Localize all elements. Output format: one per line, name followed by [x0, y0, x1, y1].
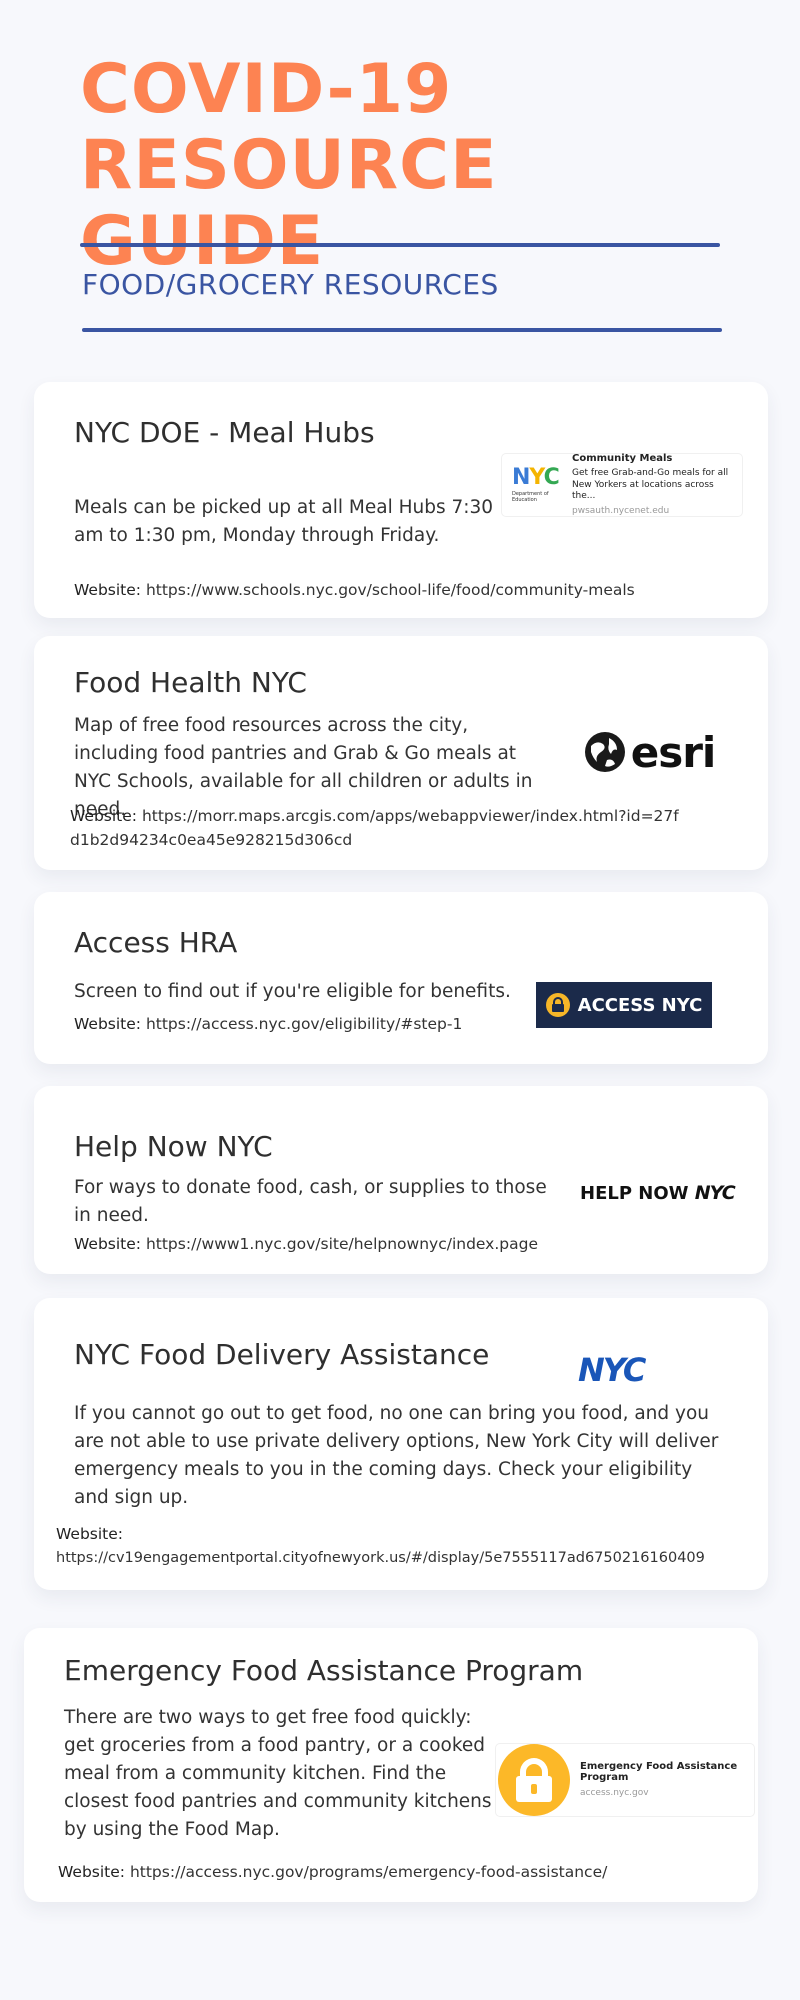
website-link[interactable]: https://cv19engagementportal.cityofnewyo…	[56, 1546, 756, 1570]
nyc-doe-logo: NYC Department of Education	[502, 467, 566, 504]
card-website: Website: https://www.schools.nyc.gov/scho…	[74, 578, 764, 602]
lock-icon	[545, 993, 570, 1017]
website-link[interactable]: https://access.nyc.gov/programs/emergenc…	[130, 1863, 607, 1881]
website-link[interactable]: https://access.nyc.gov/eligibility/#step…	[146, 1015, 462, 1033]
website-link[interactable]: https://www1.nyc.gov/site/helpnownyc/ind…	[146, 1235, 538, 1253]
divider-top	[80, 243, 720, 247]
divider-bottom	[82, 328, 722, 332]
resource-card-food-delivery: NYC Food Delivery Assistance NYC If you …	[34, 1298, 768, 1590]
card-title: Food Health NYC	[74, 666, 307, 699]
help-now-nyc-logo: HELP NOW NYC	[580, 1182, 736, 1204]
access-nyc-logo: ACCESS NYC	[536, 982, 712, 1028]
access-nyc-logo-text: ACCESS NYC	[577, 994, 703, 1016]
website-link[interactable]: https://www.schools.nyc.gov/school-life/…	[146, 581, 635, 599]
card-website: Website: https://www1.nyc.gov/site/helpno…	[74, 1232, 594, 1256]
card-description: If you cannot go out to get food, no one…	[74, 1403, 719, 1508]
website-label: Website:	[58, 1863, 126, 1881]
esri-logo: esri	[564, 716, 734, 788]
website-link[interactable]: https://morr.maps.arcgis.com/apps/webapp…	[70, 807, 679, 849]
preview-text: Emergency Food Assistance Program access…	[570, 1761, 740, 1800]
card-website: Website: https://cv19engagementportal.ci…	[56, 1522, 756, 1570]
card-website: Website: https://morr.maps.arcgis.com/app…	[70, 804, 680, 852]
esri-logo-text: esri	[630, 727, 717, 777]
preview-title: Emergency Food Assistance Program	[580, 1760, 738, 1784]
resource-card-access-hra: Access HRA Screen to find out if you're …	[34, 892, 768, 1064]
card-website: Website: https://access.nyc.gov/programs/…	[58, 1860, 718, 1884]
website-label: Website:	[56, 1525, 124, 1543]
nyc-logo: NYC	[578, 1351, 646, 1389]
help-now-nyc-text: NYC	[694, 1182, 736, 1204]
card-title: NYC Food Delivery Assistance	[74, 1338, 490, 1371]
link-preview-efap[interactable]: Emergency Food Assistance Program access…	[496, 1744, 754, 1816]
preview-domain: pwsauth.nycenet.edu	[572, 505, 670, 516]
card-description: Screen to find out if you're eligible fo…	[74, 981, 511, 1002]
efap-logo	[498, 1744, 570, 1816]
title-line-2: RESOURCE GUIDE	[80, 126, 498, 281]
card-description: Meals can be picked up at all Meal Hubs …	[74, 497, 494, 546]
card-title: NYC DOE - Meal Hubs	[74, 416, 375, 449]
resource-card-doe-meal-hubs: NYC DOE - Meal Hubs Meals can be picked …	[34, 382, 768, 618]
preview-domain: access.nyc.gov	[580, 1787, 649, 1798]
preview-body: Get free Grab-and-Go meals for all New Y…	[572, 468, 729, 502]
card-title: Access HRA	[74, 926, 238, 959]
title-line-1: COVID-19	[80, 50, 453, 129]
card-title: Help Now NYC	[74, 1130, 273, 1163]
preview-text: Community Meals Get free Grab-and-Go mea…	[566, 453, 736, 518]
resource-card-food-health-nyc: Food Health NYC Map of free food resourc…	[34, 636, 768, 870]
preview-title: Community Meals	[572, 452, 673, 464]
card-description: For ways to donate food, cash, or suppli…	[74, 1177, 547, 1226]
card-website: Website: https://access.nyc.gov/eligibili…	[74, 1012, 514, 1036]
resource-card-efap: Emergency Food Assistance Program There …	[24, 1628, 758, 1902]
website-label: Website:	[74, 1015, 142, 1033]
link-preview-community-meals[interactable]: NYC Department of Education Community Me…	[502, 453, 742, 518]
resource-card-help-now-nyc: Help Now NYC For ways to donate food, ca…	[34, 1086, 768, 1274]
globe-icon	[584, 732, 625, 772]
help-now-text: HELP NOW	[580, 1183, 695, 1204]
website-label: Website:	[74, 581, 142, 599]
logo-subtext: Department of Education	[512, 491, 549, 503]
section-subtitle: FOOD/GROCERY RESOURCES	[82, 268, 499, 301]
website-label: Website:	[74, 1235, 142, 1253]
website-label: Website:	[70, 807, 138, 825]
card-description: There are two ways to get free food quic…	[64, 1707, 492, 1840]
card-title: Emergency Food Assistance Program	[64, 1654, 584, 1687]
